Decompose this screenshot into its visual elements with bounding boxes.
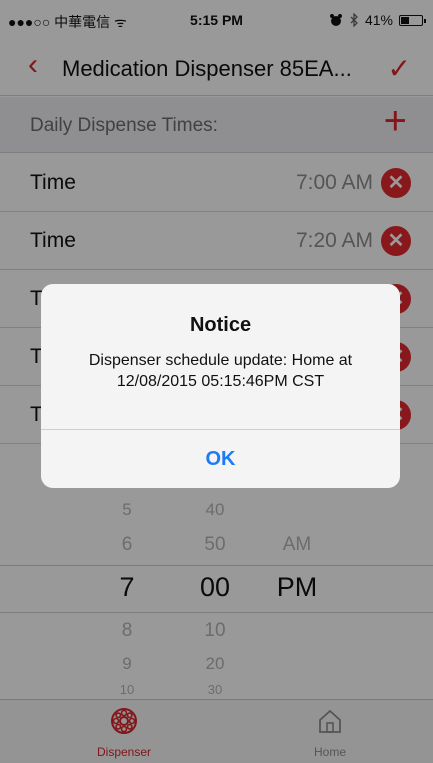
alert-title: Notice — [189, 314, 252, 336]
alert-message: Dispenser schedule update: Home at 12/08… — [88, 352, 353, 390]
app-screen: ●●●○○ 中華電信 ᯤ 5:15 PM 41% ‹ Medication Di… — [0, 0, 433, 763]
notice-alert: Notice Dispenser schedule update: Home a… — [41, 284, 400, 488]
ok-button[interactable]: OK — [41, 430, 400, 488]
